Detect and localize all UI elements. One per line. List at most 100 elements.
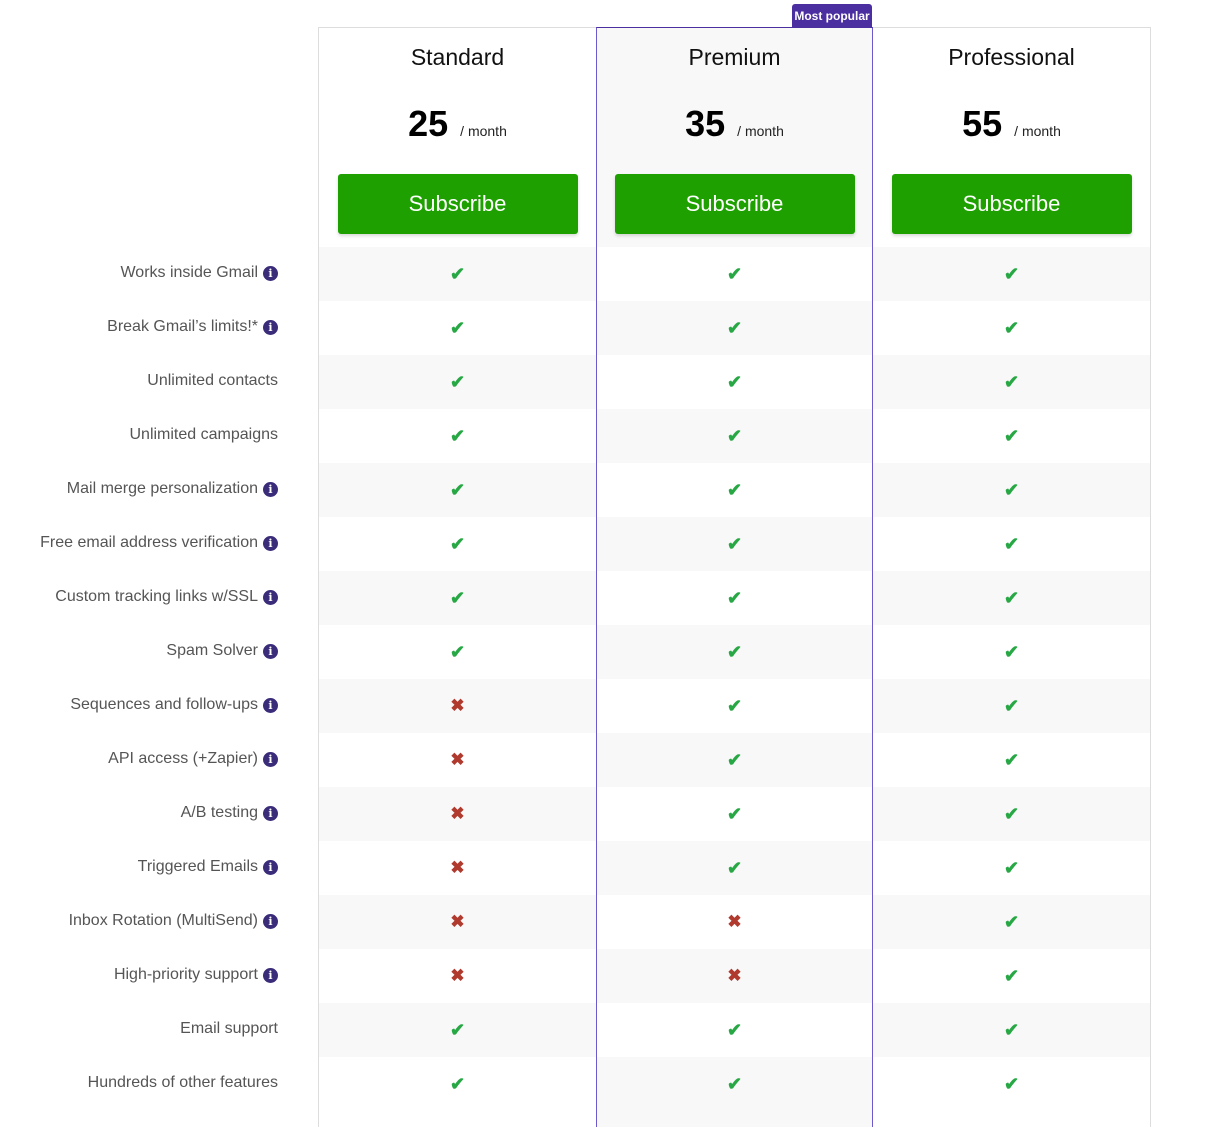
info-icon[interactable]: i — [263, 535, 278, 551]
feature-label-text: Hundreds of other features — [87, 1074, 278, 1091]
feature-label-text: A/B testing — [180, 804, 258, 821]
feature-cell: ✖ — [319, 949, 596, 1003]
subscribe-button[interactable]: Subscribe — [614, 174, 855, 234]
feature-label-text: Break Gmail’s limits!* — [107, 318, 258, 335]
check-icon: ✔ — [1003, 371, 1020, 392]
check-icon: ✔ — [726, 371, 743, 392]
feature-cell: ✖ — [319, 841, 596, 895]
feature-cell: ✔ — [319, 355, 596, 409]
check-icon: ✔ — [726, 749, 743, 770]
feature-cell: ✔ — [873, 841, 1150, 895]
check-icon: ✔ — [726, 641, 743, 662]
feature-label-text: Free email address verification — [40, 534, 258, 551]
info-icon[interactable]: i — [263, 643, 278, 659]
most-popular-badge: Most popular — [792, 4, 872, 27]
check-icon: ✔ — [1003, 533, 1020, 554]
check-icon: ✔ — [1003, 857, 1020, 878]
info-icon[interactable]: i — [263, 319, 278, 335]
plan-price: 25 / month — [319, 84, 596, 174]
check-icon: ✔ — [726, 857, 743, 878]
info-icon[interactable]: i — [263, 265, 278, 281]
feature-cell: ✔ — [873, 463, 1150, 517]
check-icon: ✔ — [1003, 911, 1020, 932]
feature-cell: ✖ — [597, 895, 872, 949]
check-icon: ✔ — [1003, 317, 1020, 338]
feature-cell: ✔ — [319, 301, 596, 355]
feature-cell: ✔ — [873, 247, 1150, 301]
feature-label: API access (+Zapier) i — [0, 732, 318, 786]
check-icon: ✔ — [449, 479, 466, 500]
info-icon[interactable]: i — [263, 751, 278, 767]
feature-label-text: Unlimited contacts — [147, 372, 278, 389]
cross-icon: ✖ — [450, 858, 465, 877]
feature-cell: ✔ — [319, 517, 596, 571]
feature-cell: ✔ — [597, 301, 872, 355]
check-icon: ✔ — [726, 803, 743, 824]
info-icon[interactable]: i — [263, 481, 278, 497]
feature-label: Email support — [0, 1002, 318, 1056]
feature-cell: ✔ — [873, 301, 1150, 355]
check-icon: ✔ — [726, 533, 743, 554]
check-icon: ✔ — [449, 371, 466, 392]
feature-cells: ✔ ✔ ✔ ✔ ✔ ✔ ✔ ✔ ✔ ✔ ✔ ✔ ✖ ✖ ✔ ✔ — [597, 247, 872, 1111]
price-period: / month — [737, 123, 784, 139]
check-icon: ✔ — [449, 1073, 466, 1094]
check-icon: ✔ — [449, 641, 466, 662]
feature-cell: ✔ — [597, 679, 872, 733]
info-icon[interactable]: i — [263, 913, 278, 929]
feature-labels: Works inside Gmail i Break Gmail’s limits!… — [0, 246, 318, 1110]
cross-icon: ✖ — [450, 750, 465, 769]
info-icon[interactable]: i — [263, 589, 278, 605]
check-icon: ✔ — [726, 1019, 743, 1040]
feature-label-text: Inbox Rotation (MultiSend) — [68, 912, 258, 929]
feature-cell: ✔ — [873, 409, 1150, 463]
check-icon: ✔ — [1003, 263, 1020, 284]
cross-icon: ✖ — [450, 804, 465, 823]
subscribe-button[interactable]: Subscribe — [891, 174, 1132, 234]
feature-cell: ✔ — [873, 895, 1150, 949]
feature-label-text: Triggered Emails — [137, 858, 258, 875]
feature-cell: ✔ — [873, 1057, 1150, 1111]
check-icon: ✔ — [726, 317, 743, 338]
feature-cell: ✔ — [597, 409, 872, 463]
pricing-table: Standard 25 / month Subscribe ✔ ✔ ✔ ✔ ✔ ✔ ✔ ✔ ✖ ✖… — [318, 27, 1151, 1127]
check-icon: ✔ — [1003, 1019, 1020, 1040]
feature-label-text: Works inside Gmail — [120, 264, 258, 281]
check-icon: ✔ — [449, 317, 466, 338]
check-icon: ✔ — [1003, 425, 1020, 446]
plan-professional: Professional 55 / month Subscribe ✔ ✔ ✔ ✔ ✔ ✔… — [873, 28, 1150, 1127]
feature-cell: ✖ — [319, 679, 596, 733]
feature-cell: ✔ — [319, 571, 596, 625]
feature-cell: ✔ — [597, 517, 872, 571]
check-icon: ✔ — [449, 533, 466, 554]
check-icon: ✔ — [1003, 479, 1020, 500]
feature-label: Mail merge personalization i — [0, 462, 318, 516]
info-icon[interactable]: i — [263, 967, 278, 983]
check-icon: ✔ — [1003, 641, 1020, 662]
feature-cell: ✔ — [597, 463, 872, 517]
plan-header: Professional 55 / month Subscribe — [873, 28, 1150, 247]
check-icon: ✔ — [449, 263, 466, 284]
info-icon[interactable]: i — [263, 859, 278, 875]
info-icon[interactable]: i — [263, 805, 278, 821]
feature-label-text: Mail merge personalization — [66, 480, 258, 497]
feature-label-text: High-priority support — [113, 966, 258, 983]
feature-label: Unlimited contacts — [0, 354, 318, 408]
feature-cell: ✔ — [319, 1003, 596, 1057]
check-icon: ✔ — [1003, 749, 1020, 770]
feature-label: Free email address verification i — [0, 516, 318, 570]
check-icon: ✔ — [726, 425, 743, 446]
plan-price: 55 / month — [873, 84, 1150, 174]
feature-cell: ✔ — [873, 949, 1150, 1003]
info-icon[interactable]: i — [263, 697, 278, 713]
plan-name: Standard — [410, 44, 505, 70]
feature-label-text: Spam Solver — [166, 642, 258, 659]
price-amount: 25 — [408, 103, 449, 144]
feature-cells: ✔ ✔ ✔ ✔ ✔ ✔ ✔ ✔ ✖ ✖ ✖ ✖ ✖ ✖ ✔ ✔ — [319, 247, 596, 1111]
price-amount: 35 — [685, 103, 726, 144]
check-icon: ✔ — [726, 479, 743, 500]
feature-label: High-priority support i — [0, 948, 318, 1002]
subscribe-button[interactable]: Subscribe — [337, 174, 578, 234]
check-icon: ✔ — [726, 587, 743, 608]
feature-label-text: Unlimited campaigns — [129, 426, 278, 443]
